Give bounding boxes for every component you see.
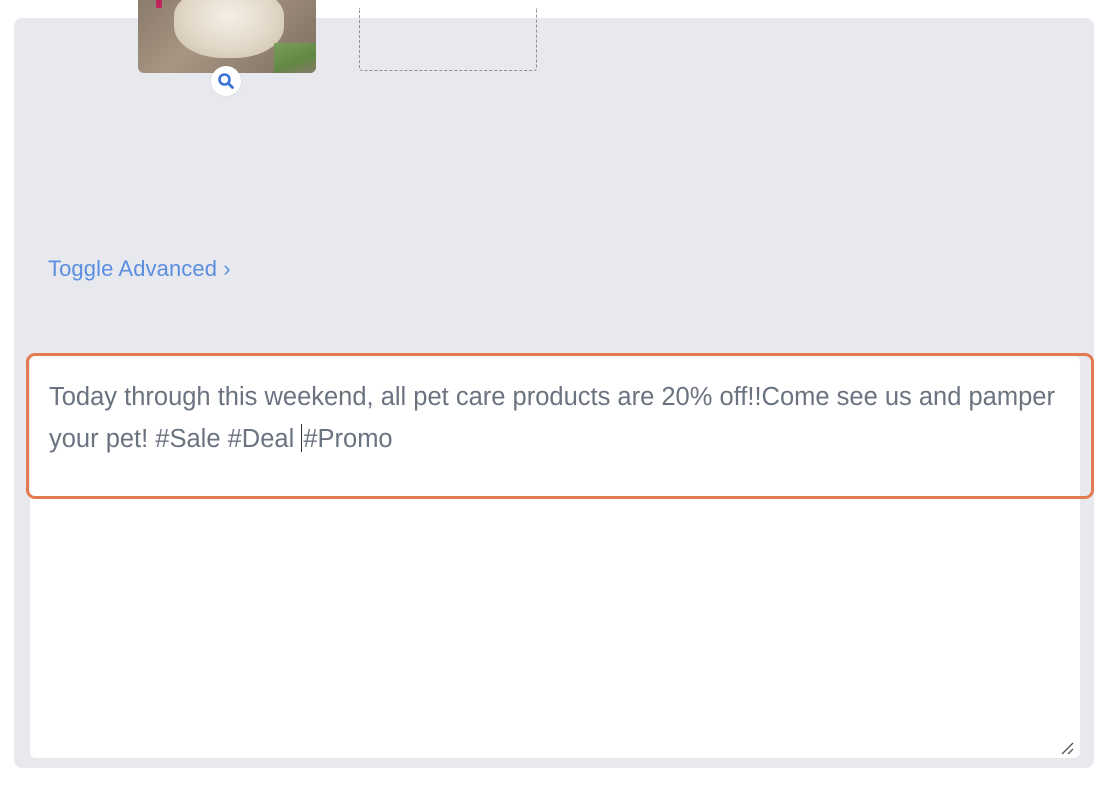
post-text-main: Today through this weekend, all pet care… <box>49 383 1055 453</box>
collar-detail <box>156 0 162 8</box>
add-media-placeholder[interactable] <box>359 8 537 71</box>
resize-handle-icon[interactable] <box>1059 740 1075 756</box>
zoom-button[interactable] <box>211 66 241 96</box>
toggle-advanced-link[interactable]: Toggle Advanced › <box>48 256 231 282</box>
post-text-content[interactable]: Today through this weekend, all pet care… <box>49 376 1079 460</box>
media-thumbnail[interactable] <box>138 0 316 73</box>
post-text-tail: #Promo <box>303 425 393 453</box>
toggle-advanced-label: Toggle Advanced <box>48 256 218 281</box>
search-icon <box>218 73 234 89</box>
grass-detail <box>274 43 316 73</box>
dog-image <box>174 0 284 58</box>
chevron-right-icon: › <box>223 256 231 281</box>
